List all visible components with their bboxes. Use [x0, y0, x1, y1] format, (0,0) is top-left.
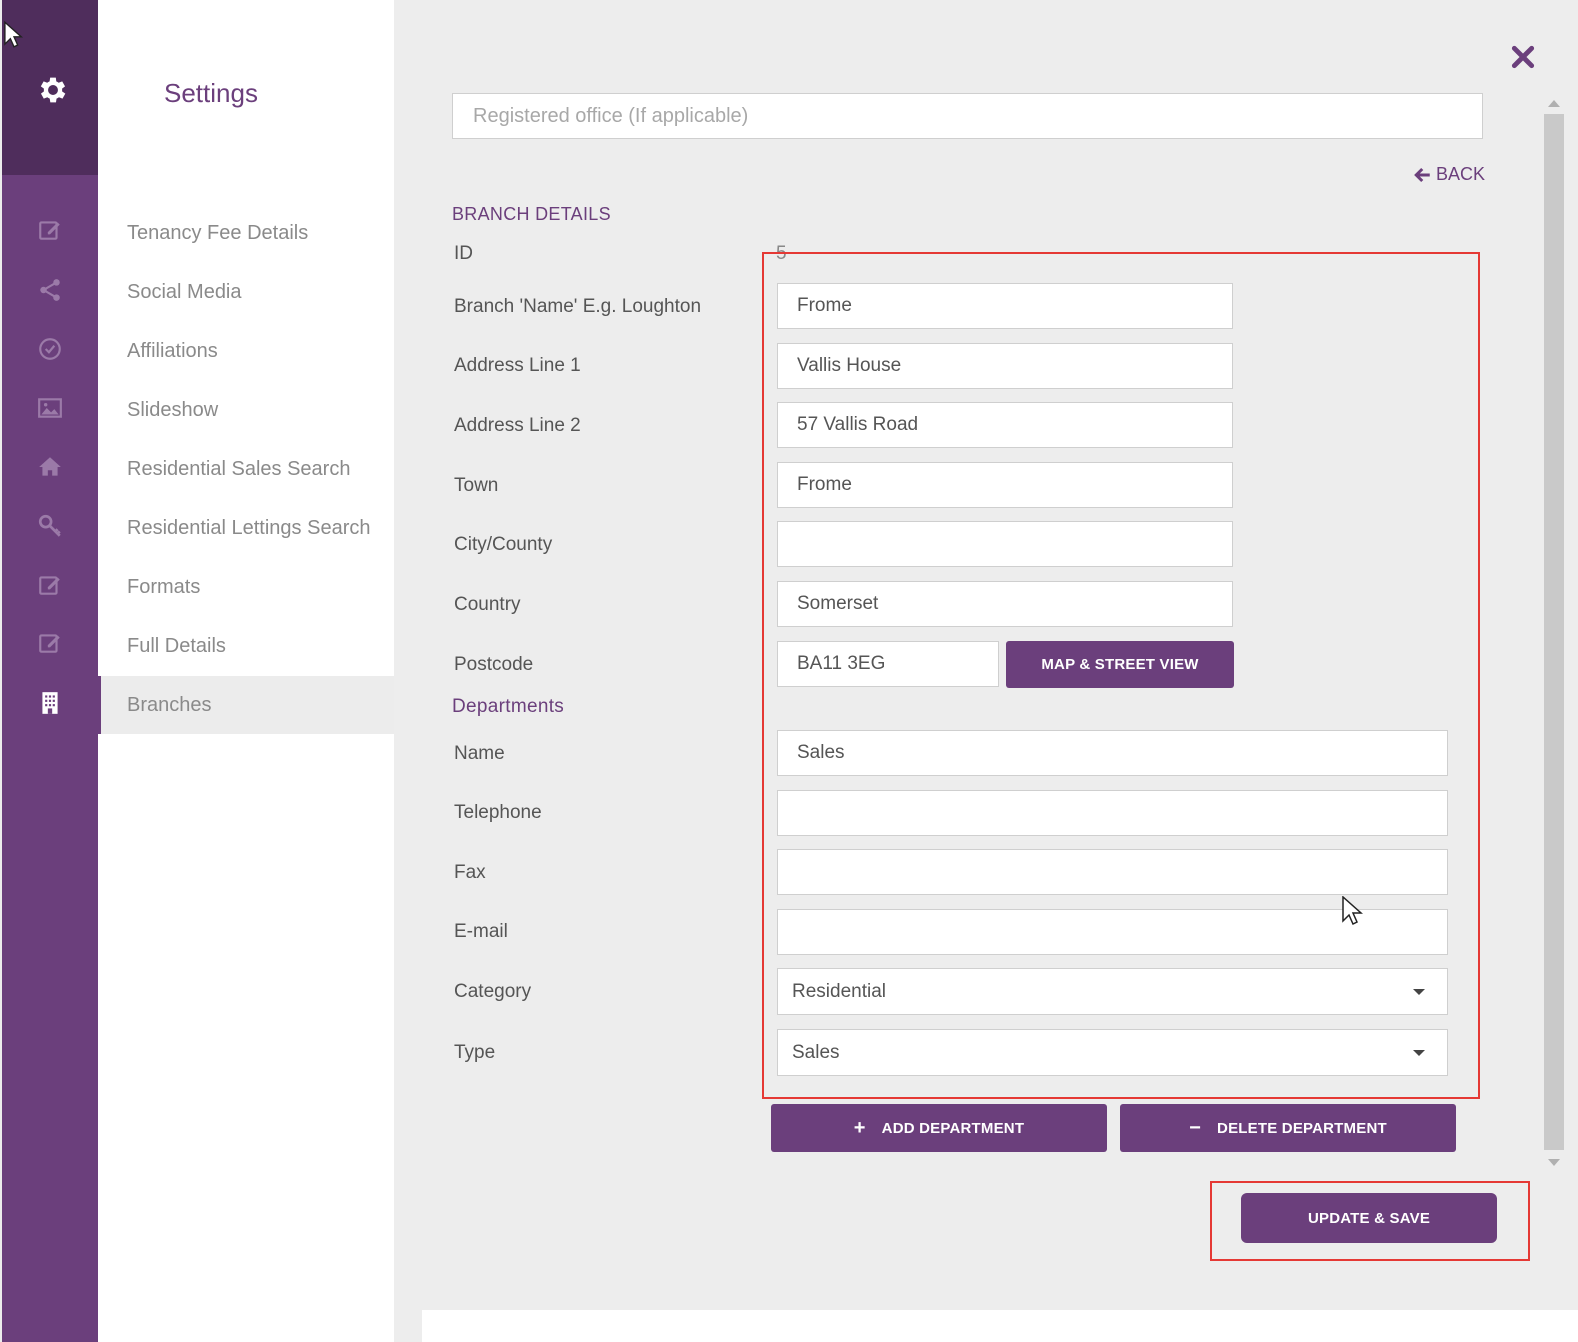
country-label: Country [454, 594, 521, 615]
branch-details-title: BRANCH DETAILS [452, 204, 611, 224]
dept-name-label: Name [454, 743, 505, 764]
town-label: Town [454, 475, 499, 496]
branch-name-label: Branch 'Name' E.g. Loughton [454, 296, 702, 317]
scrollbar[interactable] [1542, 96, 1564, 1166]
main-panel: BACK BRANCH DETAILS ID 5 Branch 'Name' E… [394, 0, 1578, 1342]
menu-item-residential-lettings-search[interactable]: Residential Lettings Search [98, 499, 394, 557]
settings-menu: Settings Tenancy Fee Details Social Medi… [98, 0, 394, 1342]
city-county-label: City/County [454, 534, 553, 555]
mouse-cursor-icon [1342, 896, 1363, 926]
highlight-box-fields [762, 252, 1480, 1099]
edit-icon[interactable] [35, 570, 65, 600]
image-icon[interactable] [35, 393, 65, 423]
building-icon[interactable] [35, 688, 65, 718]
delete-department-button[interactable]: − DELETE DEPARTMENT [1120, 1104, 1456, 1152]
mouse-cursor-icon [4, 20, 24, 48]
category-label: Category [454, 981, 532, 1002]
home-icon[interactable] [35, 452, 65, 482]
edit-icon[interactable] [35, 215, 65, 245]
menu-title: Settings [164, 78, 258, 108]
gear-icon[interactable] [36, 73, 70, 107]
arrow-left-icon [1414, 167, 1430, 182]
menu-item-slideshow[interactable]: Slideshow [98, 381, 394, 439]
menu-item-social-media[interactable]: Social Media [98, 263, 394, 321]
menu-item-affiliations[interactable]: Affiliations [98, 322, 394, 380]
menu-item-branches[interactable]: Branches [98, 676, 394, 734]
close-icon[interactable] [1510, 44, 1536, 70]
email-label: E-mail [454, 921, 508, 942]
icon-rail [2, 0, 98, 1342]
edit-icon[interactable] [35, 628, 65, 658]
menu-item-tenancy-fee-details[interactable]: Tenancy Fee Details [98, 204, 394, 262]
scroll-thumb[interactable] [1544, 114, 1564, 1150]
back-label: BACK [1436, 164, 1486, 184]
share-icon[interactable] [35, 275, 65, 305]
telephone-label: Telephone [454, 802, 542, 823]
address-line-2-label: Address Line 2 [454, 415, 581, 436]
postcode-label: Postcode [454, 654, 534, 675]
back-link[interactable]: BACK [1414, 164, 1485, 185]
check-circle-icon[interactable] [35, 334, 65, 364]
menu-item-formats[interactable]: Formats [98, 558, 394, 616]
departments-title: Departments [452, 696, 565, 717]
address-line-1-label: Address Line 1 [454, 355, 581, 376]
fax-label: Fax [454, 862, 486, 883]
add-department-button[interactable]: + ADD DEPARTMENT [771, 1104, 1107, 1152]
footer-strip [422, 1310, 1578, 1342]
menu-item-residential-sales-search[interactable]: Residential Sales Search [98, 440, 394, 498]
scroll-down-arrow[interactable] [1548, 1159, 1560, 1166]
delete-department-label: DELETE DEPARTMENT [1217, 1119, 1387, 1137]
id-label: ID [454, 243, 473, 264]
minus-icon: − [1189, 1116, 1202, 1139]
plus-icon: + [853, 1116, 866, 1139]
type-label: Type [454, 1042, 496, 1063]
scroll-up-arrow[interactable] [1548, 100, 1560, 107]
menu-item-full-details[interactable]: Full Details [98, 617, 394, 675]
add-department-label: ADD DEPARTMENT [881, 1119, 1025, 1137]
key-icon[interactable] [35, 511, 65, 541]
registered-office-input[interactable] [452, 93, 1483, 139]
update-save-button[interactable]: UPDATE & SAVE [1241, 1193, 1497, 1243]
